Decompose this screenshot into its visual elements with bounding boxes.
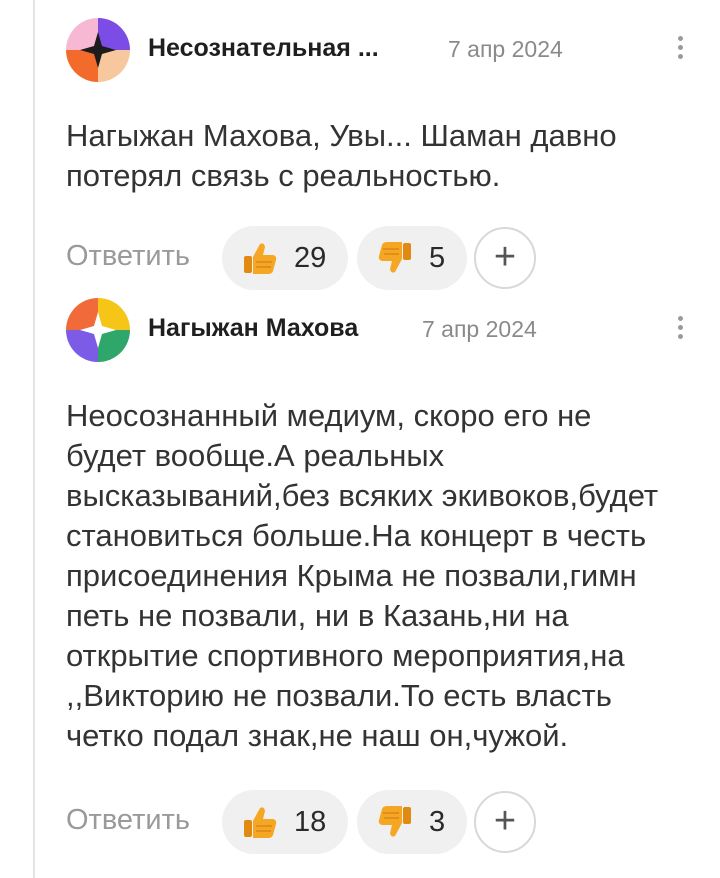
comment-actions: Ответить 18 3 + [66, 790, 686, 854]
comment-card: Несознательная ... 7 апр 2024 Нагыжан Ма… [66, 18, 686, 290]
add-reaction-button[interactable]: + [474, 227, 536, 289]
add-reaction-button[interactable]: + [474, 791, 536, 853]
like-button[interactable]: 29 [222, 226, 348, 290]
thumbs-down-icon [378, 806, 411, 837]
more-vertical-icon[interactable] [668, 32, 692, 66]
plus-icon: + [493, 799, 517, 842]
reply-button[interactable]: Ответить [66, 804, 190, 837]
comment-date: 7 апр 2024 [448, 36, 563, 62]
dislike-count: 5 [429, 241, 446, 274]
thumbs-up-icon [244, 243, 277, 274]
dislike-count: 3 [429, 805, 446, 838]
comment-actions: Ответить 29 5 + [66, 226, 686, 290]
comment-author[interactable]: Несознательная ... [148, 34, 379, 63]
like-button[interactable]: 18 [222, 790, 348, 854]
comment-text: Нагыжан Махова, Увы... Шаман давно потер… [66, 118, 617, 193]
dislike-button[interactable]: 5 [357, 226, 467, 290]
like-count: 18 [294, 805, 327, 838]
comment-card: Нагыжан Махова 7 апр 2024 Неосознанный м… [66, 298, 686, 854]
thumbs-up-icon [244, 807, 277, 838]
comment-date: 7 апр 2024 [422, 316, 537, 342]
thread-line [33, 0, 35, 878]
comment-author[interactable]: Нагыжан Махова [148, 314, 358, 343]
like-count: 29 [294, 241, 327, 274]
dislike-button[interactable]: 3 [357, 790, 467, 854]
avatar[interactable] [66, 298, 130, 362]
reply-button[interactable]: Ответить [66, 240, 190, 273]
thumbs-down-icon [378, 242, 411, 273]
more-vertical-icon[interactable] [668, 312, 692, 346]
comment-text: Неосознанный медиум, скоро его не будет … [66, 398, 659, 753]
plus-icon: + [493, 235, 517, 278]
comment-header: Несознательная ... 7 апр 2024 [66, 18, 686, 82]
comment-header: Нагыжан Махова 7 апр 2024 [66, 298, 686, 362]
avatar[interactable] [66, 18, 130, 82]
